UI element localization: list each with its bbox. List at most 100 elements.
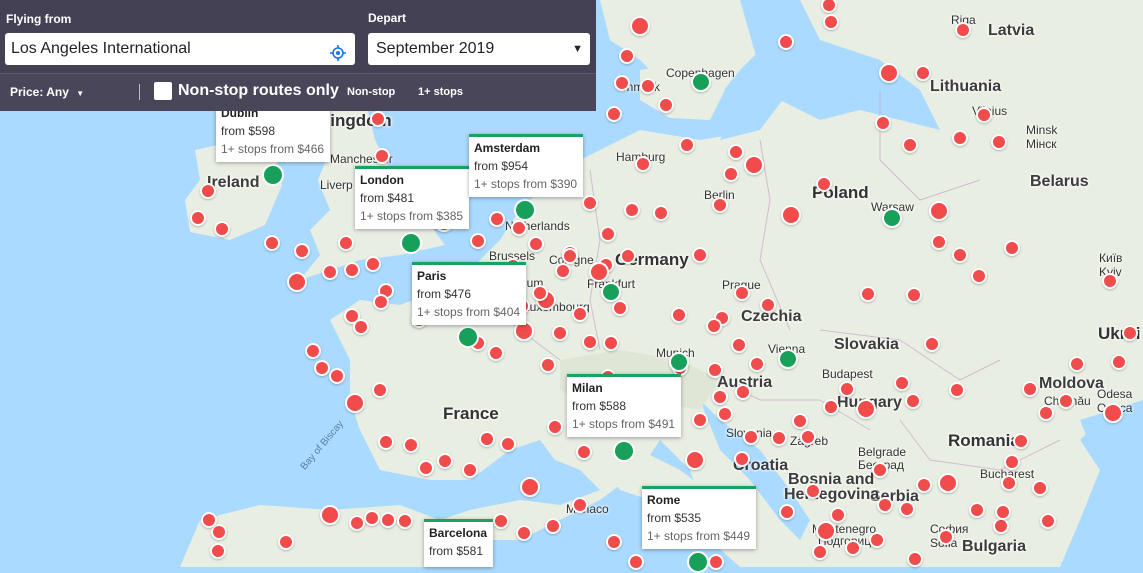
destination-dot[interactable] xyxy=(374,148,390,164)
destination-dot[interactable] xyxy=(380,512,396,528)
destination-dot[interactable] xyxy=(685,450,705,470)
destination-dot[interactable] xyxy=(778,34,794,50)
destination-dot[interactable] xyxy=(812,544,828,560)
destination-dot[interactable] xyxy=(916,477,932,493)
destination-dot[interactable] xyxy=(547,419,563,435)
destination-dot[interactable] xyxy=(329,368,345,384)
nonstop-pin-london[interactable] xyxy=(400,232,422,254)
destination-dot[interactable] xyxy=(929,201,949,221)
destination-dot[interactable] xyxy=(462,462,478,478)
destination-dot[interactable] xyxy=(952,130,968,146)
destination-dot[interactable] xyxy=(679,137,695,153)
locate-icon[interactable] xyxy=(330,41,346,61)
destination-dot[interactable] xyxy=(1102,273,1118,289)
destination-dot[interactable] xyxy=(860,286,876,302)
destination-dot[interactable] xyxy=(924,336,940,352)
destination-dot[interactable] xyxy=(955,22,971,38)
destination-dot[interactable] xyxy=(839,381,855,397)
destination-dot[interactable] xyxy=(287,272,307,292)
destination-dot[interactable] xyxy=(493,513,509,529)
destination-dot[interactable] xyxy=(403,437,419,453)
destination-dot[interactable] xyxy=(572,497,588,513)
destination-dot[interactable] xyxy=(731,337,747,353)
destination-dot[interactable] xyxy=(823,399,839,415)
destination-dot[interactable] xyxy=(322,264,338,280)
destination-dot[interactable] xyxy=(779,504,795,520)
destination-dot[interactable] xyxy=(734,451,750,467)
destination-dot[interactable] xyxy=(907,551,923,567)
destination-dot[interactable] xyxy=(1069,356,1085,372)
destination-dot[interactable] xyxy=(532,285,548,301)
nonstop-pin-vienna[interactable] xyxy=(778,349,798,369)
destination-dot[interactable] xyxy=(969,502,985,518)
destination-dot[interactable] xyxy=(520,477,540,497)
destination-dot[interactable] xyxy=(470,233,486,249)
destination-dot[interactable] xyxy=(717,406,733,422)
destination-dot[interactable] xyxy=(931,234,947,250)
destination-dot[interactable] xyxy=(712,197,728,213)
nonstop-pin-munich[interactable] xyxy=(669,352,689,372)
destination-dot[interactable] xyxy=(949,382,965,398)
destination-dot[interactable] xyxy=(792,413,808,429)
price-filter[interactable]: Price: Any ▼ xyxy=(10,85,84,99)
destination-dot[interactable] xyxy=(528,236,544,252)
destination-dot[interactable] xyxy=(635,156,651,172)
destination-dot[interactable] xyxy=(314,360,330,376)
destination-dot[interactable] xyxy=(612,300,628,316)
destination-dot[interactable] xyxy=(671,307,687,323)
destination-dot[interactable] xyxy=(875,115,891,131)
destination-dot[interactable] xyxy=(305,343,321,359)
destination-dot[interactable] xyxy=(201,512,217,528)
destination-dot[interactable] xyxy=(899,501,915,517)
destination-dot[interactable] xyxy=(915,65,931,81)
destination-dot[interactable] xyxy=(760,297,776,313)
destination-dot[interactable] xyxy=(555,263,571,279)
destination-dot[interactable] xyxy=(905,393,921,409)
destination-dot[interactable] xyxy=(712,389,728,405)
destination-dot[interactable] xyxy=(582,195,598,211)
destination-dot[interactable] xyxy=(614,75,630,91)
nonstop-pin-rome[interactable] xyxy=(687,551,709,573)
destination-dot[interactable] xyxy=(600,226,616,242)
destination-dot[interactable] xyxy=(516,525,532,541)
destination-dot[interactable] xyxy=(552,325,568,341)
destination-dot[interactable] xyxy=(658,97,674,113)
destination-dot[interactable] xyxy=(338,235,354,251)
destination-dot[interactable] xyxy=(993,518,1009,534)
destination-dot[interactable] xyxy=(540,357,556,373)
price-card-london[interactable]: London from $481 1+ stops from $385 xyxy=(355,166,470,229)
destination-dot[interactable] xyxy=(545,518,561,534)
destination-dot[interactable] xyxy=(370,111,386,127)
destination-dot[interactable] xyxy=(744,155,764,175)
destination-dot[interactable] xyxy=(771,430,787,446)
destination-dot[interactable] xyxy=(628,554,644,570)
destination-dot[interactable] xyxy=(816,176,832,192)
destination-dot[interactable] xyxy=(938,529,954,545)
destination-dot[interactable] xyxy=(589,262,609,282)
destination-dot[interactable] xyxy=(278,534,294,550)
destination-dot[interactable] xyxy=(640,78,656,94)
destination-dot[interactable] xyxy=(1004,454,1020,470)
destination-dot[interactable] xyxy=(707,362,723,378)
destination-dot[interactable] xyxy=(562,248,578,264)
destination-dot[interactable] xyxy=(200,183,216,199)
destination-dot[interactable] xyxy=(1040,513,1056,529)
price-card-rome[interactable]: Rome from $535 1+ stops from $449 xyxy=(642,486,757,549)
destination-dot[interactable] xyxy=(1111,354,1127,370)
destination-dot[interactable] xyxy=(749,356,765,372)
depart-select[interactable]: September 2019 ▼ xyxy=(368,33,590,65)
destination-dot[interactable] xyxy=(500,436,516,452)
nonstop-checkbox[interactable] xyxy=(154,82,172,100)
destination-dot[interactable] xyxy=(728,144,744,160)
nonstop-pin-frankfurt[interactable] xyxy=(601,282,621,302)
destination-dot[interactable] xyxy=(397,513,413,529)
destination-dot[interactable] xyxy=(190,210,206,226)
destination-dot[interactable] xyxy=(210,543,226,559)
destination-dot[interactable] xyxy=(845,540,861,556)
destination-dot[interactable] xyxy=(906,287,922,303)
destination-dot[interactable] xyxy=(952,247,968,263)
nonstop-checkbox-label[interactable]: Non-stop routes only xyxy=(178,82,339,100)
destination-dot[interactable] xyxy=(872,462,888,478)
destination-dot[interactable] xyxy=(805,483,821,499)
nonstop-pin-amsterdam[interactable] xyxy=(514,199,536,221)
